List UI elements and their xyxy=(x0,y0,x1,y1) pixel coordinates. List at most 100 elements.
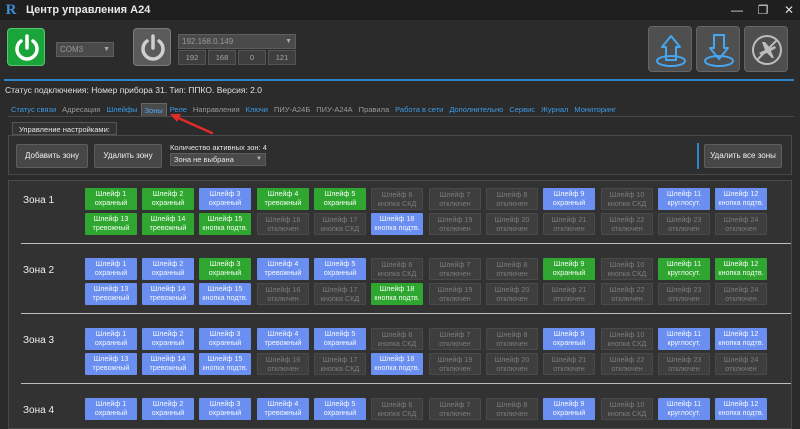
add-zone-button[interactable]: Добавить зону xyxy=(16,144,88,168)
loop-cell[interactable]: Шлейф 10 кнопка СКД xyxy=(601,188,653,210)
loop-cell[interactable]: Шлейф 23 отключен xyxy=(658,353,710,375)
loop-cell[interactable]: Шлейф 12 кнопка подтв. xyxy=(715,398,767,420)
loop-cell[interactable]: Шлейф 13 тревожный xyxy=(85,213,137,235)
loop-cell[interactable]: Шлейф 12 кнопка подтв. xyxy=(715,188,767,210)
loop-cell[interactable]: Шлейф 3 охранный xyxy=(199,258,251,280)
loop-cell[interactable]: Шлейф 15 кнопка подтв. xyxy=(199,353,251,375)
loop-cell[interactable]: Шлейф 6 кнопка СКД xyxy=(371,398,423,420)
loop-cell[interactable]: Шлейф 7 отключен xyxy=(429,258,481,280)
loop-cell[interactable]: Шлейф 24 отключен xyxy=(715,213,767,235)
loop-cell[interactable]: Шлейф 6 кнопка СКД xyxy=(371,328,423,350)
loop-cell[interactable]: Шлейф 13 тревожный xyxy=(85,353,137,375)
loop-cell[interactable]: Шлейф 2 охранный xyxy=(142,188,194,210)
ip-octet-4[interactable]: 121 xyxy=(268,50,296,65)
loop-cell[interactable]: Шлейф 21 отключен xyxy=(543,283,595,305)
loop-cell[interactable]: Шлейф 3 охранный xyxy=(199,328,251,350)
loop-cell[interactable]: Шлейф 22 отключен xyxy=(601,353,653,375)
loop-cell[interactable]: Шлейф 21 отключен xyxy=(543,213,595,235)
loop-cell[interactable]: Шлейф 5 охранный xyxy=(314,188,366,210)
loop-cell[interactable]: Шлейф 22 отключен xyxy=(601,213,653,235)
loop-cell[interactable]: Шлейф 1 охранный xyxy=(85,188,137,210)
delete-zone-button[interactable]: Удалить зону xyxy=(94,144,162,168)
loop-cell[interactable]: Шлейф 16 отключен xyxy=(257,213,309,235)
tab-1[interactable]: Статус связи xyxy=(8,103,59,116)
loop-cell[interactable]: Шлейф 15 кнопка подтв. xyxy=(199,213,251,235)
loop-cell[interactable]: Шлейф 16 отключен xyxy=(257,353,309,375)
loop-cell[interactable]: Шлейф 16 отключен xyxy=(257,283,309,305)
loop-cell[interactable]: Шлейф 18 кнопка подтв. xyxy=(371,213,423,235)
loop-cell[interactable]: Шлейф 9 охранный xyxy=(543,258,595,280)
loop-cell[interactable]: Шлейф 11 круглосут. xyxy=(658,258,710,280)
loop-cell[interactable]: Шлейф 8 отключен xyxy=(486,188,538,210)
delete-all-zones-button[interactable]: Удалить все зоны xyxy=(704,144,782,168)
maximize-button[interactable]: ❐ xyxy=(756,3,770,17)
tab-12[interactable]: Дополнительно xyxy=(446,103,506,116)
loop-cell[interactable]: Шлейф 10 кнопка СКД xyxy=(601,328,653,350)
loop-cell[interactable]: Шлейф 19 отключен xyxy=(429,353,481,375)
loop-cell[interactable]: Шлейф 1 охранный xyxy=(85,258,137,280)
loop-cell[interactable]: Шлейф 13 тревожный xyxy=(85,283,137,305)
tab-2[interactable]: Адресация xyxy=(59,103,103,116)
loop-cell[interactable]: Шлейф 17 кнопка СКД xyxy=(314,213,366,235)
loop-cell[interactable]: Шлейф 19 отключен xyxy=(429,283,481,305)
write-config-button[interactable] xyxy=(696,26,740,72)
loop-cell[interactable]: Шлейф 14 тревожный xyxy=(142,283,194,305)
loop-cell[interactable]: Шлейф 21 отключен xyxy=(543,353,595,375)
zone-select[interactable]: Зона не выбрана ▼ xyxy=(170,153,266,166)
loop-cell[interactable]: Шлейф 8 отключен xyxy=(486,328,538,350)
tab-9[interactable]: ПИУ-А24А xyxy=(313,103,355,116)
loop-cell[interactable]: Шлейф 17 кнопка СКД xyxy=(314,353,366,375)
loop-cell[interactable]: Шлейф 20 отключен xyxy=(486,283,538,305)
tab-14[interactable]: Журнал xyxy=(538,103,571,116)
offline-mode-button[interactable] xyxy=(744,26,788,72)
loop-cell[interactable]: Шлейф 7 отключен xyxy=(429,398,481,420)
loop-cell[interactable]: Шлейф 5 охранный xyxy=(314,328,366,350)
loop-cell[interactable]: Шлейф 2 охранный xyxy=(142,328,194,350)
ip-octet-3[interactable]: 0 xyxy=(238,50,266,65)
loop-cell[interactable]: Шлейф 23 отключен xyxy=(658,213,710,235)
loop-cell[interactable]: Шлейф 2 охранный xyxy=(142,398,194,420)
loop-cell[interactable]: Шлейф 6 кнопка СКД xyxy=(371,258,423,280)
loop-cell[interactable]: Шлейф 20 отключен xyxy=(486,353,538,375)
ip-connect-button[interactable] xyxy=(133,28,171,66)
loop-cell[interactable]: Шлейф 18 кнопка подтв. xyxy=(371,283,423,305)
loop-cell[interactable]: Шлейф 24 отключен xyxy=(715,283,767,305)
loop-cell[interactable]: Шлейф 24 отключен xyxy=(715,353,767,375)
loop-cell[interactable]: Шлейф 15 кнопка подтв. xyxy=(199,283,251,305)
loop-cell[interactable]: Шлейф 10 кнопка СКД xyxy=(601,398,653,420)
loop-cell[interactable]: Шлейф 11 круглосут. xyxy=(658,188,710,210)
loop-cell[interactable]: Шлейф 4 тревожный xyxy=(257,258,309,280)
read-config-button[interactable] xyxy=(648,26,692,72)
com-connect-button[interactable] xyxy=(7,28,45,66)
loop-cell[interactable]: Шлейф 18 кнопка подтв. xyxy=(371,353,423,375)
loop-cell[interactable]: Шлейф 1 охранный xyxy=(85,398,137,420)
ip-octet-1[interactable]: 192 xyxy=(178,50,206,65)
ip-octet-2[interactable]: 168 xyxy=(208,50,236,65)
minimize-button[interactable]: — xyxy=(730,3,744,17)
tab-3[interactable]: Шлейфы xyxy=(103,103,140,116)
loop-cell[interactable]: Шлейф 3 охранный xyxy=(199,398,251,420)
tab-10[interactable]: Правила xyxy=(356,103,392,116)
tab-4[interactable]: Зоны xyxy=(140,103,167,116)
loop-cell[interactable]: Шлейф 14 тревожный xyxy=(142,353,194,375)
com-port-select[interactable]: COM3 ▼ xyxy=(56,42,114,57)
loop-cell[interactable]: Шлейф 2 охранный xyxy=(142,258,194,280)
loop-cell[interactable]: Шлейф 19 отключен xyxy=(429,213,481,235)
loop-cell[interactable]: Шлейф 14 тревожный xyxy=(142,213,194,235)
loop-cell[interactable]: Шлейф 9 охранный xyxy=(543,188,595,210)
loop-cell[interactable]: Шлейф 3 охранный xyxy=(199,188,251,210)
loop-cell[interactable]: Шлейф 9 охранный xyxy=(543,328,595,350)
loop-cell[interactable]: Шлейф 10 кнопка СКД xyxy=(601,258,653,280)
loop-cell[interactable]: Шлейф 1 охранный xyxy=(85,328,137,350)
loop-cell[interactable]: Шлейф 9 охранный xyxy=(543,398,595,420)
loop-cell[interactable]: Шлейф 8 отключен xyxy=(486,258,538,280)
loop-cell[interactable]: Шлейф 6 кнопка СКД xyxy=(371,188,423,210)
loop-cell[interactable]: Шлейф 17 кнопка СКД xyxy=(314,283,366,305)
loop-cell[interactable]: Шлейф 5 охранный xyxy=(314,258,366,280)
loop-cell[interactable]: Шлейф 11 круглосут. xyxy=(658,328,710,350)
loop-cell[interactable]: Шлейф 7 отключен xyxy=(429,328,481,350)
tab-13[interactable]: Сервис xyxy=(506,103,538,116)
loop-cell[interactable]: Шлейф 5 охранный xyxy=(314,398,366,420)
loop-cell[interactable]: Шлейф 23 отключен xyxy=(658,283,710,305)
loop-cell[interactable]: Шлейф 8 отключен xyxy=(486,398,538,420)
